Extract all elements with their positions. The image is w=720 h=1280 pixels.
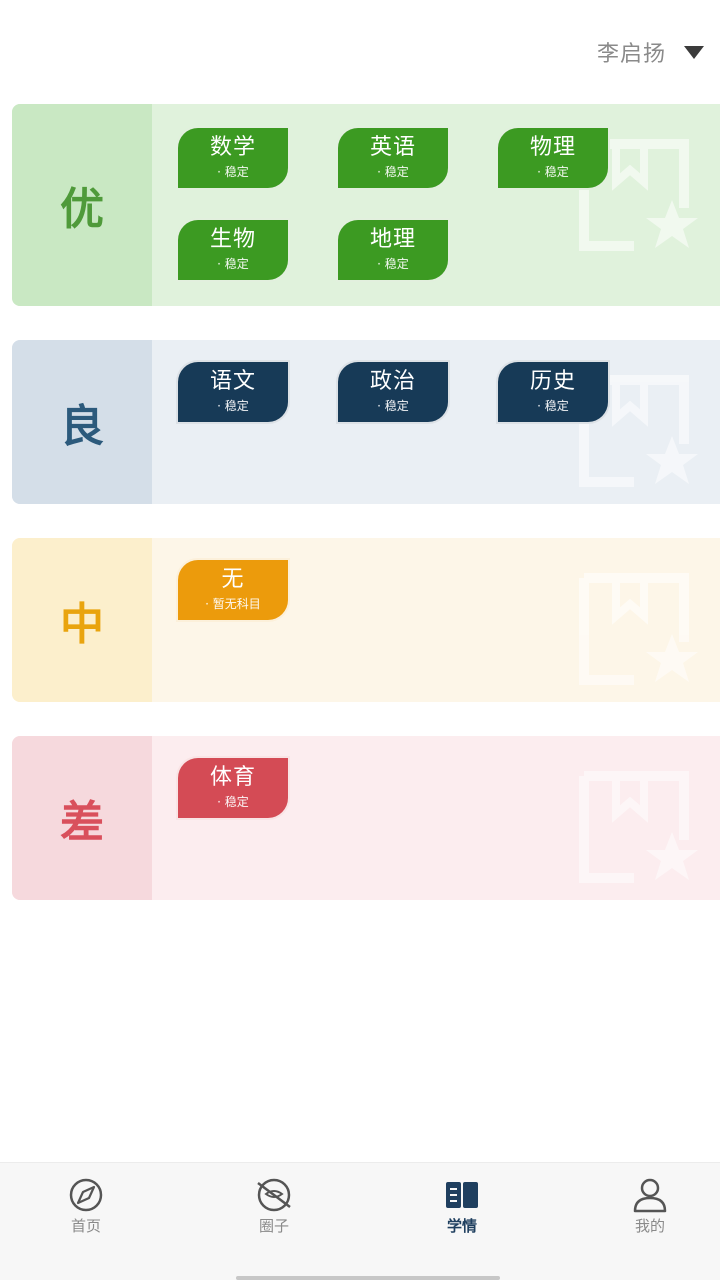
subject-chip[interactable]: 数学 · 稳定 bbox=[176, 126, 290, 190]
subject-status: · 稳定 bbox=[377, 165, 409, 179]
subject-status: · 稳定 bbox=[537, 399, 569, 413]
subject-name: 历史 bbox=[529, 369, 576, 394]
student-selector[interactable]: 李启扬 bbox=[597, 36, 704, 68]
grade-letter: 差 bbox=[60, 797, 104, 848]
grade-subjects-area: 无 · 暂无科目 bbox=[152, 538, 720, 702]
subject-status: · 稳定 bbox=[537, 165, 569, 179]
student-name: 李启扬 bbox=[596, 42, 666, 67]
grade-card-poor: 差 体育 · 稳定 bbox=[12, 736, 720, 900]
subject-status: · 稳定 bbox=[377, 399, 409, 413]
tab-label: 首页 bbox=[70, 1217, 101, 1235]
grade-subjects-area: 体育 · 稳定 bbox=[152, 736, 720, 900]
grade-card-excellent: 优 数学 · 稳定 英语 · 稳定 物理 · 稳定 生物 · 稳定 地理 · 稳… bbox=[12, 104, 720, 306]
subject-status: · 稳定 bbox=[217, 795, 249, 809]
subject-chip[interactable]: 政治 · 稳定 bbox=[336, 360, 450, 424]
grade-subjects-area: 语文 · 稳定 政治 · 稳定 历史 · 稳定 bbox=[152, 340, 720, 504]
tab-label: 圈子 bbox=[258, 1217, 289, 1235]
subject-chip[interactable]: 物理 · 稳定 bbox=[496, 126, 610, 190]
grade-subjects-area: 数学 · 稳定 英语 · 稳定 物理 · 稳定 生物 · 稳定 地理 · 稳定 bbox=[152, 104, 720, 306]
grade-label-column: 良 bbox=[12, 340, 152, 504]
grade-letter: 优 bbox=[60, 184, 104, 235]
person-icon bbox=[633, 1178, 667, 1213]
subject-name: 体育 bbox=[209, 765, 256, 790]
bottom-tab-bar: 首页 圈子 学情 我的 bbox=[0, 1162, 720, 1280]
grade-label-column: 中 bbox=[12, 538, 152, 702]
grade-card-good: 良 语文 · 稳定 政治 · 稳定 历史 · 稳定 bbox=[12, 340, 720, 504]
book-icon bbox=[446, 1182, 478, 1208]
grade-label-column: 差 bbox=[12, 736, 152, 900]
subject-status: · 稳定 bbox=[217, 257, 249, 271]
grade-label-column: 优 bbox=[12, 104, 152, 306]
subject-name: 无 bbox=[221, 567, 245, 592]
bookmark-star-watermark-icon bbox=[579, 771, 698, 883]
tab-mine[interactable]: 我的 bbox=[600, 1177, 700, 1241]
tab-home[interactable]: 首页 bbox=[36, 1177, 136, 1241]
subject-chip[interactable]: 生物 · 稳定 bbox=[176, 218, 290, 282]
circle-chat-icon bbox=[257, 1178, 291, 1212]
grade-letter: 良 bbox=[60, 401, 104, 452]
grade-card-average: 中 无 · 暂无科目 bbox=[12, 538, 720, 702]
subject-name: 地理 bbox=[369, 227, 416, 252]
home-indicator bbox=[236, 1276, 500, 1280]
subject-chip[interactable]: 体育 · 稳定 bbox=[176, 756, 290, 820]
tab-study[interactable]: 学情 bbox=[412, 1177, 512, 1241]
subject-name: 数学 bbox=[209, 135, 256, 160]
subject-chip[interactable]: 无 · 暂无科目 bbox=[176, 558, 290, 622]
tab-circle[interactable]: 圈子 bbox=[224, 1177, 324, 1241]
subject-name: 政治 bbox=[369, 369, 416, 394]
tab-label: 学情 bbox=[446, 1217, 477, 1235]
compass-icon bbox=[69, 1178, 103, 1212]
subject-chip[interactable]: 英语 · 稳定 bbox=[336, 126, 450, 190]
app-screen: 李启扬 优 数学 · 稳定 英语 · 稳定 物理 · 稳定 生物 · 稳定 地理… bbox=[0, 0, 720, 1280]
subject-name: 语文 bbox=[209, 369, 256, 394]
bookmark-star-watermark-icon bbox=[579, 573, 698, 685]
subject-status: · 稳定 bbox=[217, 399, 249, 413]
grade-letter: 中 bbox=[60, 599, 104, 650]
subject-chip[interactable]: 语文 · 稳定 bbox=[176, 360, 290, 424]
subject-chip[interactable]: 历史 · 稳定 bbox=[496, 360, 610, 424]
subject-chip[interactable]: 地理 · 稳定 bbox=[336, 218, 450, 282]
subject-status: · 稳定 bbox=[377, 257, 409, 271]
caret-down-icon[interactable] bbox=[684, 45, 704, 59]
tab-label: 我的 bbox=[634, 1217, 665, 1235]
subject-status: · 暂无科目 bbox=[205, 597, 261, 611]
subject-name: 生物 bbox=[209, 227, 256, 252]
subject-name: 英语 bbox=[369, 135, 416, 160]
subject-name: 物理 bbox=[529, 135, 576, 160]
subject-status: · 稳定 bbox=[217, 165, 249, 179]
